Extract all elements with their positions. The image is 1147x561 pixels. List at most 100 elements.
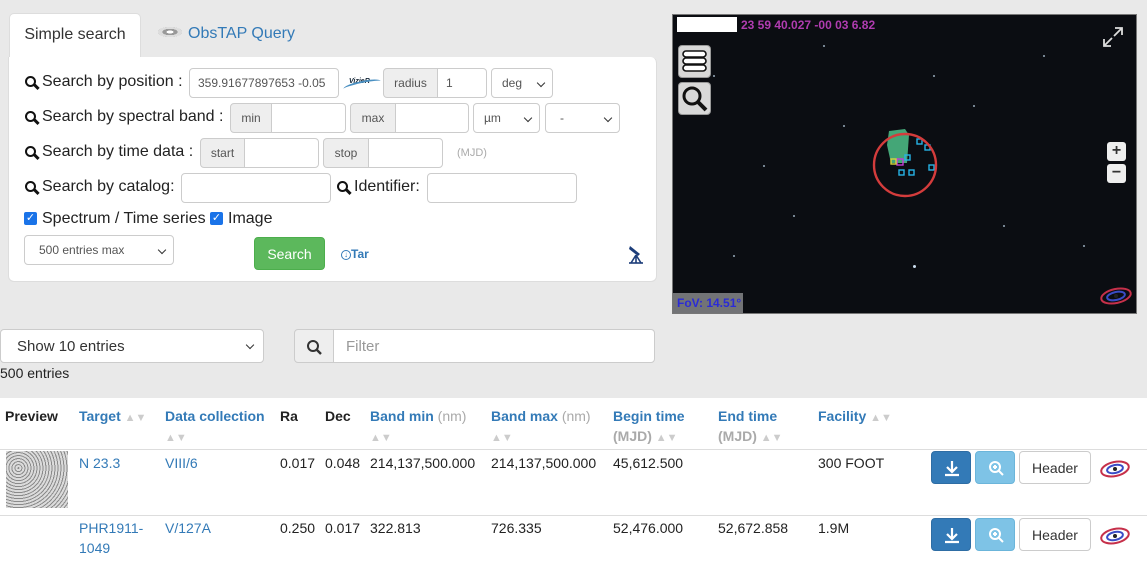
results-table: Preview Target ▲▼ Data collection ▲▼ Ra D… (0, 398, 1147, 561)
time-stop-label: stop (323, 138, 369, 168)
radius-input[interactable]: 1 (437, 68, 487, 98)
tab-simple-search-label: Simple search (24, 26, 126, 43)
header-ra: Ra (280, 408, 298, 424)
time-start-input[interactable] (244, 138, 319, 168)
radius-label: radius (383, 68, 438, 98)
zoom-in-icon (989, 528, 1004, 543)
row1-download-button[interactable] (931, 451, 971, 484)
filter-search-button[interactable] (294, 329, 334, 363)
spectrum-checkbox[interactable]: ✓ (24, 212, 37, 225)
download-icon (945, 461, 959, 477)
spectral-unit-select[interactable]: µm (473, 103, 540, 133)
row1-header-button[interactable]: Header (1019, 451, 1091, 484)
layers-button[interactable] (678, 45, 711, 78)
spectral-max-label: max (350, 103, 396, 133)
sky-coordinates: 23 59 40.027 -00 03 6.82 (741, 18, 876, 32)
search-icon (25, 76, 36, 87)
search-icon (307, 340, 322, 355)
position-input[interactable]: 359.91677897653 -0.05 (189, 68, 339, 98)
row1-ra: 0.017 (280, 455, 316, 471)
row2-zoom-button[interactable] (975, 518, 1015, 551)
coordinate-box (677, 17, 737, 32)
row1-target[interactable]: N 23.3 (79, 453, 120, 473)
download-icon (945, 528, 959, 544)
sky-zoom-out-button[interactable]: − (1107, 164, 1126, 183)
header-begin-time[interactable]: Begin time (MJD) ▲▼ (613, 406, 685, 448)
row2-header-button[interactable]: Header (1019, 518, 1091, 551)
zoom-in-icon (989, 461, 1004, 476)
header-band-max[interactable]: Band max (nm) ▲▼ (491, 406, 591, 448)
spectral-min-label: min (230, 103, 272, 133)
fov-readout: FoV: 14.51° (673, 293, 743, 313)
search-icon (25, 181, 36, 192)
header-collection[interactable]: Data collection ▲▼ (165, 406, 265, 448)
row2-galaxy-icon[interactable] (1099, 525, 1131, 547)
spectral-min-input[interactable] (271, 103, 346, 133)
row1-dec: 0.048 (325, 455, 361, 471)
download-circle-icon: ↓ (341, 250, 351, 260)
row2-target[interactable]: PHR1911- 1049 (79, 518, 143, 558)
row2-facility: 1.9M (818, 520, 850, 536)
row1-galaxy-icon[interactable] (1099, 458, 1131, 480)
row1-begin: 45,612.500 (613, 455, 684, 471)
row1-facility: 300 FOOT (818, 455, 885, 471)
row1-band-max: 214,137,500.000 (491, 455, 597, 471)
image-checkbox[interactable]: ✓ (210, 212, 223, 225)
row2-ra: 0.250 (280, 520, 316, 536)
search-icon (25, 146, 36, 157)
tab-simple-search[interactable]: Simple search (9, 13, 141, 58)
row2-band-max: 726.335 (491, 520, 542, 536)
row2-collection[interactable]: V/127A (165, 518, 211, 538)
target-overlay (872, 129, 938, 198)
telescope-icon[interactable] (627, 242, 645, 264)
header-target[interactable]: Target ▲▼ (79, 406, 146, 428)
galaxy-icon[interactable] (1099, 285, 1133, 307)
identifier-input[interactable] (427, 173, 577, 203)
catalog-label: Search by catalog: (25, 178, 175, 196)
time-unit-hint: (MJD) (457, 147, 487, 159)
sky-viewer[interactable]: 23 59 40.027 -00 03 6.82 + − FoV: 14.51° (672, 14, 1137, 314)
max-entries-select[interactable]: 500 entries max (24, 235, 174, 265)
sky-zoom-in-button[interactable]: + (1107, 142, 1126, 161)
sky-search-button[interactable] (678, 82, 711, 115)
catalog-input[interactable] (181, 173, 331, 203)
row-divider (0, 515, 1147, 516)
header-end-time[interactable]: End time (MJD) ▲▼ (718, 406, 783, 448)
show-entries-select[interactable]: Show 10 entries (0, 329, 264, 363)
search-button[interactable]: Search (254, 237, 325, 270)
tab-obstap-query[interactable]: ObsTAP Query (158, 13, 318, 58)
obstap-disk-icon (158, 27, 182, 38)
row2-begin: 52,476.000 (613, 520, 684, 536)
header-preview: Preview (5, 408, 58, 424)
time-start-label: start (200, 138, 245, 168)
entries-count: 500 entries (0, 365, 70, 381)
radius-unit-select[interactable]: deg (491, 68, 553, 98)
header-facility[interactable]: Facility ▲▼ (818, 406, 892, 428)
filter-input[interactable]: Filter (333, 329, 655, 363)
image-checkbox-label: Image (228, 210, 273, 227)
tab-obstap-label: ObsTAP Query (188, 25, 295, 42)
time-stop-input[interactable] (368, 138, 443, 168)
search-icon (25, 111, 36, 122)
header-band-min[interactable]: Band min (nm) ▲▼ (370, 406, 466, 448)
search-icon (337, 181, 348, 192)
preview-thumbnail[interactable] (6, 451, 68, 508)
row2-end: 52,672.858 (718, 520, 789, 536)
row2-band-min: 322.813 (370, 520, 421, 536)
layers-icon (682, 50, 707, 72)
position-label: Search by position : (25, 73, 183, 91)
spectrum-checkbox-label: Spectrum / Time series (42, 210, 206, 227)
row1-collection[interactable]: VIII/6 (165, 453, 198, 473)
row1-band-min: 214,137,500.000 (370, 455, 476, 471)
magnifier-icon (682, 86, 708, 112)
tar-download-link[interactable]: ↓ Tar (341, 247, 369, 261)
spectral-label: Search by spectral band : (25, 108, 223, 126)
fullscreen-icon[interactable] (1101, 25, 1125, 49)
spectral-option-select[interactable]: - (545, 103, 620, 133)
header-dec: Dec (325, 408, 351, 424)
row1-zoom-button[interactable] (975, 451, 1015, 484)
spectral-max-input[interactable] (395, 103, 469, 133)
row2-download-button[interactable] (931, 518, 971, 551)
vizier-logo[interactable]: VizieR (343, 74, 381, 90)
time-label: Search by time data : (25, 143, 193, 161)
